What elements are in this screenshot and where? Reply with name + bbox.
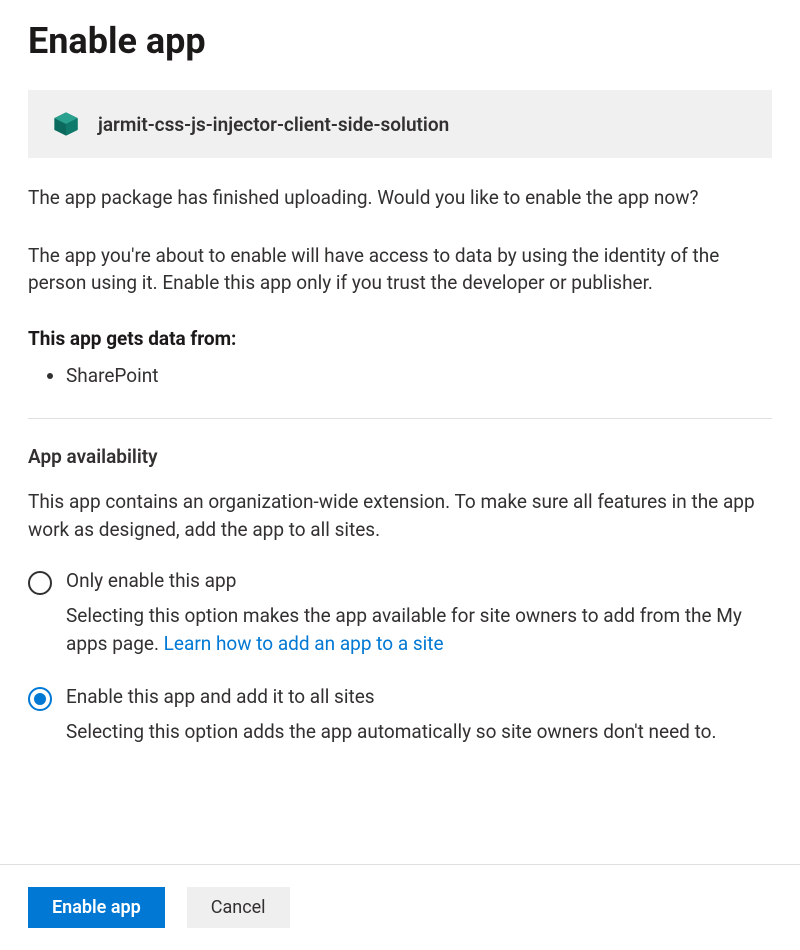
- radio-button[interactable]: [28, 687, 52, 711]
- upload-complete-text: The app package has finished uploading. …: [28, 184, 772, 212]
- app-name: jarmit-css-js-injector-client-side-solut…: [98, 113, 449, 136]
- dialog-footer: Enable app Cancel: [0, 864, 800, 950]
- data-sources-heading: This app gets data from:: [28, 327, 772, 350]
- data-source-item: SharePoint: [66, 362, 772, 391]
- availability-radio-group: Only enable this app Selecting this opti…: [28, 569, 772, 746]
- page-title: Enable app: [28, 20, 772, 62]
- enable-app-button[interactable]: Enable app: [28, 887, 165, 928]
- divider: [28, 418, 772, 419]
- radio-label: Enable this app and add it to all sites: [66, 685, 772, 708]
- package-icon: [52, 110, 80, 138]
- learn-more-link[interactable]: Learn how to add an app to a site: [164, 632, 444, 655]
- radio-option-only-enable[interactable]: Only enable this app Selecting this opti…: [28, 569, 772, 657]
- radio-button[interactable]: [28, 571, 52, 595]
- radio-description: Selecting this option makes the app avai…: [66, 602, 772, 657]
- app-banner: jarmit-css-js-injector-client-side-solut…: [28, 90, 772, 158]
- radio-option-add-all-sites[interactable]: Enable this app and add it to all sites …: [28, 685, 772, 746]
- radio-label: Only enable this app: [66, 569, 772, 592]
- data-sources-list: SharePoint: [28, 362, 772, 391]
- radio-description: Selecting this option adds the app autom…: [66, 718, 772, 746]
- trust-warning-text: The app you're about to enable will have…: [28, 242, 772, 297]
- availability-heading: App availability: [28, 445, 772, 468]
- cancel-button[interactable]: Cancel: [187, 887, 290, 928]
- availability-description: This app contains an organization-wide e…: [28, 488, 772, 543]
